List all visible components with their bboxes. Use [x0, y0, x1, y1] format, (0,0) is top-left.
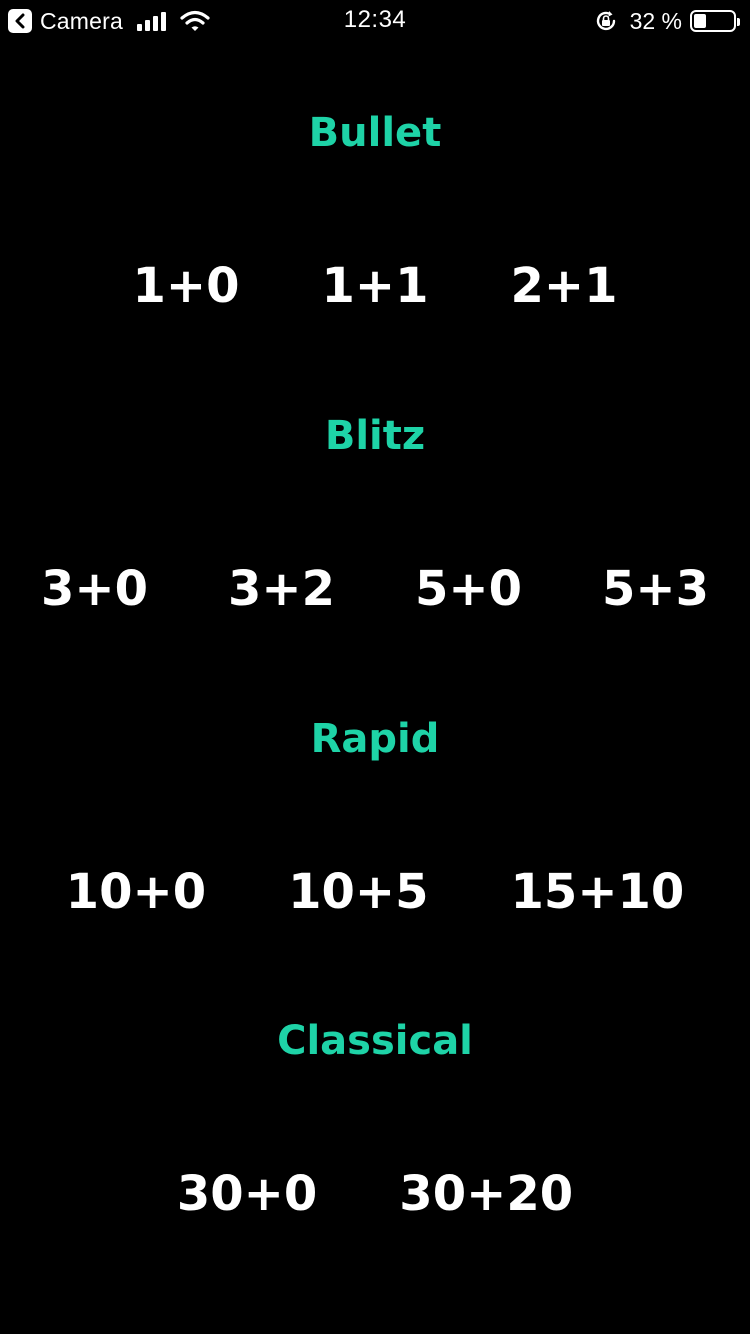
- time-controls-blitz: 3+0 3+2 5+0 5+3: [0, 561, 750, 617]
- battery-cap: [737, 18, 740, 26]
- time-control-button[interactable]: 15+10: [511, 864, 685, 920]
- battery-percentage: 32 %: [629, 7, 682, 34]
- status-right: 32 %: [594, 7, 740, 35]
- time-control-button[interactable]: 3+2: [228, 561, 335, 617]
- time-control-button[interactable]: 10+0: [66, 864, 206, 920]
- time-control-button[interactable]: 5+0: [415, 561, 522, 617]
- section-title-bullet: Bullet: [308, 110, 442, 156]
- section-title-classical: Classical: [277, 1018, 473, 1064]
- time-control-button[interactable]: 10+5: [288, 864, 428, 920]
- time-controls-rapid: 10+0 10+5 15+10: [0, 864, 750, 920]
- time-control-button[interactable]: 2+1: [511, 258, 618, 314]
- section-title-rapid: Rapid: [310, 716, 440, 762]
- status-bar: Camera 12:34 32 %: [0, 0, 750, 40]
- time-controls-bullet: 1+0 1+1 2+1: [0, 258, 750, 314]
- battery-icon: [690, 10, 740, 32]
- rotation-lock-icon: [596, 11, 615, 31]
- time-control-button[interactable]: 30+0: [177, 1166, 317, 1222]
- time-control-button[interactable]: 30+20: [399, 1166, 573, 1222]
- time-control-button[interactable]: 5+3: [602, 561, 709, 617]
- time-control-button[interactable]: 1+1: [321, 258, 428, 314]
- battery-level: [694, 14, 707, 28]
- time-controls-classical: 30+0 30+20: [0, 1166, 750, 1222]
- section-title-blitz: Blitz: [324, 413, 426, 459]
- time-control-button[interactable]: 3+0: [41, 561, 148, 617]
- time-control-button[interactable]: 1+0: [132, 258, 239, 314]
- screen: Camera 12:34 32 % Bullet 1+0 1+1 2+1 Bli…: [0, 0, 750, 1334]
